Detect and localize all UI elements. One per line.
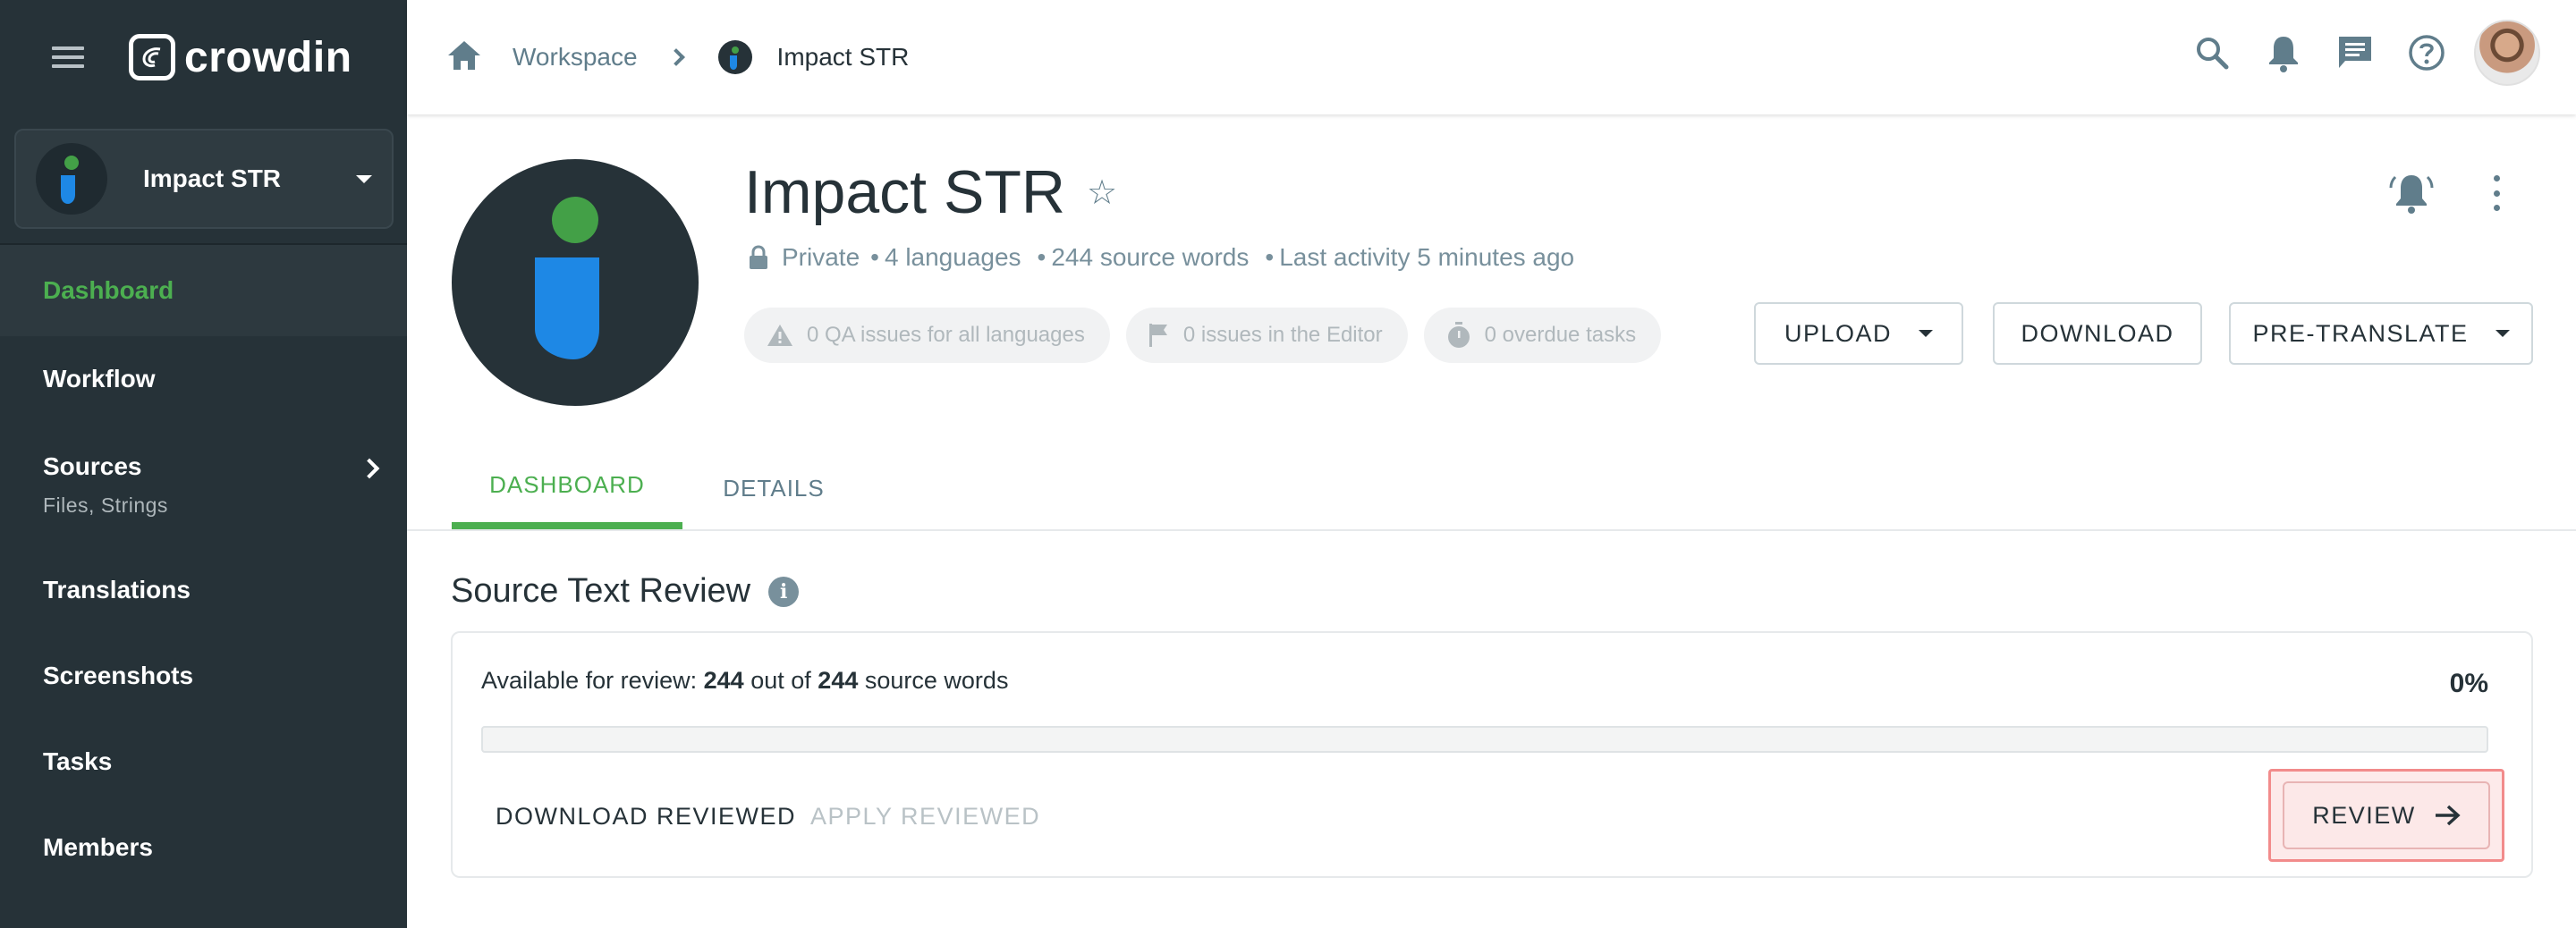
sidebar-item-sources[interactable]: Sources Files, Strings [0,422,407,547]
project-languages: 4 languages [884,243,1021,271]
sidebar-item-label: Sources [43,451,142,480]
sidebar-item-label: Workflow [43,365,156,392]
chevron-right-icon [359,458,380,479]
tab-label: DETAILS [723,474,825,502]
sidebar-item-label: Translations [43,576,191,603]
available-count: 244 [703,667,744,694]
stopwatch-icon [1447,322,1470,348]
page-title: Impact STR ☆ [744,157,1117,227]
section-title-text: Source Text Review [451,572,751,610]
sidebar-item-label: Screenshots [43,662,194,689]
sidebar-nav: Dashboard Workflow Sources Files, String… [0,245,407,890]
breadcrumb-workspace[interactable]: Workspace [513,43,638,72]
home-icon[interactable] [446,39,482,76]
warning-icon [767,325,792,346]
project-title-text: Impact STR [744,158,1065,226]
pre-translate-button[interactable]: PRE-TRANSLATE [2229,302,2533,365]
chevron-down-icon [2495,330,2510,337]
menu-icon[interactable] [50,43,86,72]
sidebar-item-sublabel: Files, Strings [43,493,168,517]
tab-label: DASHBOARD [489,470,645,498]
chevron-down-icon [1919,330,1934,337]
availability-mid: out of [750,667,811,694]
info-icon[interactable]: i [768,576,800,607]
notifications-icon[interactable] [2261,30,2306,75]
chip-label: 0 QA issues for all languages [807,323,1085,347]
availability-prefix: Available for review: [481,667,698,694]
sidebar-item-workflow[interactable]: Workflow [0,336,407,422]
download-reviewed-button[interactable]: DOWNLOAD REVIEWED [496,803,796,831]
crowdin-logo-icon [129,34,175,80]
tab-dashboard[interactable]: DASHBOARD [452,447,682,529]
top-bar: Workspace Impact STR [407,0,2576,114]
sidebar-item-label: Dashboard [43,276,174,304]
lock-icon [748,245,769,270]
review-button[interactable]: REVIEW [2283,781,2490,849]
tabs-divider [407,529,2576,531]
project-visibility: Private [782,243,860,271]
download-button[interactable]: DOWNLOAD [1993,302,2202,365]
sidebar-item-screenshots[interactable]: Screenshots [0,633,407,719]
sidebar-item-translations[interactable]: Translations [0,547,407,633]
sidebar-item-label: Tasks [43,747,113,775]
review-button-label: REVIEW [2312,801,2416,829]
search-icon[interactable] [2190,30,2234,75]
source-review-card: Available for review: 244 out of 244 sou… [451,631,2533,878]
tabs: DASHBOARD DETAILS [452,447,865,529]
project-stats-chips: 0 QA issues for all languages 0 issues i… [744,308,1677,363]
overdue-tasks-chip[interactable]: 0 overdue tasks [1423,308,1662,363]
star-icon[interactable]: ☆ [1087,173,1117,213]
tab-details[interactable]: DETAILS [682,447,865,529]
chevron-down-icon [356,174,372,183]
project-selector-name: Impact STR [143,165,282,192]
breadcrumb: Workspace Impact STR [407,39,909,76]
project-meta: Private • 4 languages • 244 source words… [748,243,1574,272]
editor-issues-chip[interactable]: 0 issues in the Editor [1125,308,1408,363]
total-count: 244 [818,667,859,694]
crowdin-logo[interactable]: crowdin [129,33,352,82]
top-actions [2163,20,2540,86]
chip-label: 0 issues in the Editor [1182,323,1383,347]
meta-separator: • [1037,243,1046,271]
meta-separator: • [870,243,879,271]
more-vert-icon[interactable] [2483,175,2510,211]
project-avatar-small [36,143,107,215]
arrow-right-icon [2435,805,2461,826]
sidebar-item-label: Members [43,833,153,861]
chip-label: 0 overdue tasks [1484,323,1637,347]
sidebar-item-dashboard[interactable]: Dashboard [0,245,407,336]
sidebar-item-members[interactable]: Members [0,805,407,890]
project-last-activity: Last activity 5 minutes ago [1279,243,1575,271]
apply-reviewed-button[interactable]: APPLY REVIEWED [810,803,1040,831]
pre-translate-button-label: PRE-TRANSLATE [2252,319,2469,347]
flag-icon [1148,324,1167,347]
availability-suffix: source words [864,667,1009,694]
section-title: Source Text Review i [451,572,800,611]
logo-text: crowdin [184,33,352,81]
sidebar-item-tasks[interactable]: Tasks [0,719,407,805]
breadcrumb-project-label: Impact STR [776,43,910,71]
project-avatar-tiny [717,40,752,74]
review-percent: 0% [2449,669,2488,698]
chevron-right-icon [666,48,685,66]
help-icon[interactable] [2404,30,2449,75]
download-button-label: DOWNLOAD [2021,319,2174,347]
messages-icon[interactable] [2333,30,2377,75]
meta-separator: • [1265,243,1275,271]
project-selector[interactable]: Impact STR [14,129,394,229]
upload-button-label: UPLOAD [1784,319,1893,347]
qa-issues-chip[interactable]: 0 QA issues for all languages [744,308,1110,363]
review-availability: Available for review: 244 out of 244 sou… [481,667,1008,695]
review-progress-bar [481,726,2488,753]
upload-button[interactable]: UPLOAD [1754,302,1963,365]
user-avatar[interactable] [2474,20,2540,86]
breadcrumb-project[interactable]: Impact STR [717,40,910,74]
sidebar-header: crowdin [0,0,407,114]
project-avatar [452,159,699,406]
bell-alert-icon[interactable] [2388,170,2435,216]
sidebar: crowdin Impact STR Dashboard Workflow So… [0,0,407,928]
project-source-words: 244 source words [1051,243,1250,271]
